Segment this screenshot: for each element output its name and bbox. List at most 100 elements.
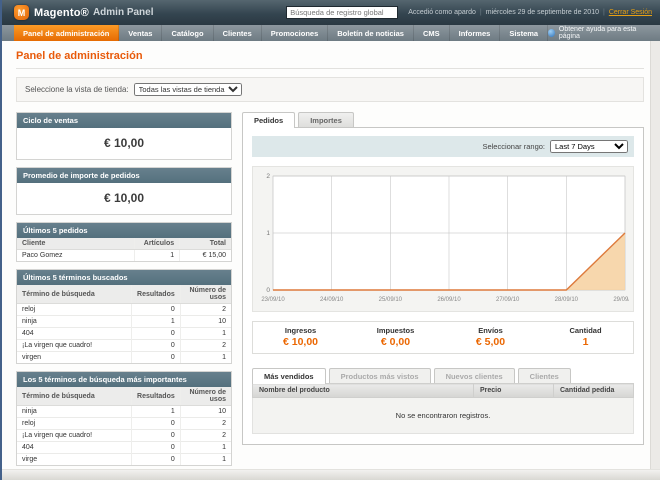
orders-chart-svg: 0 1 2 23/09/10 24/09/10 25/09/10 26/09/10 27/09… [261,173,629,303]
last-orders-table: Cliente Artículos Total Paco Gomez 1 € 15,… [17,238,231,261]
svg-text:27/09/10: 27/09/10 [496,297,520,303]
nav-item-system[interactable]: Sistema [500,25,549,41]
nav-item-newsletter[interactable]: Boletín de noticias [328,25,414,41]
range-label: Seleccionar rango: [482,142,545,151]
stat-shipping: Envíos € 5,00 [443,326,538,348]
tab-customers[interactable]: Clientes [517,368,571,383]
top-search-terms-table: Término de búsqueda Resultados Número de… [17,387,231,465]
window-edge-left [0,0,2,480]
separator: | [479,9,482,16]
svg-text:0: 0 [266,287,270,294]
stat-quantity: Cantidad 1 [538,326,633,348]
logged-in-as: Accedió como apardo [408,9,476,16]
stat-label: Ingresos [284,326,317,335]
lifetime-sales-value: € 10,00 [103,136,145,150]
stat-value: € 0,00 [380,336,411,348]
stat-label: Envíos [478,326,503,335]
grid-tabs: Más vendidos Productos más vistos Nuevos… [252,368,634,384]
last-orders-box: Últimos 5 pedidos Cliente Artículos Tota… [16,222,232,262]
main-nav: Panel de administración Ventas Catálogo … [0,25,660,41]
column-header: Artículos [134,238,180,250]
column-header: Total [179,238,231,250]
svg-text:26/09/10: 26/09/10 [437,297,461,303]
column-header: Nombre del producto [252,383,474,398]
column-header: Cliente [17,238,135,250]
tab-orders[interactable]: Pedidos [242,112,296,128]
average-orders-value: € 10,00 [103,191,145,205]
help-globe-icon [548,29,555,37]
nav-item-reports[interactable]: Informes [450,25,501,41]
table-row: ¡La virgen que cuadro! 0 2 [17,339,231,352]
content-area: Panel de administración Seleccione la vi… [0,41,660,473]
separator: | [602,9,605,16]
page-title: Panel de administración [16,50,143,62]
session-info: Accedió como apardo | miércoles 29 de se… [408,9,652,16]
dashboard-main: Pedidos Importes Seleccionar rango: Last… [242,112,644,473]
lifetime-sales-box: Ciclo de ventas € 10,00 [16,112,232,160]
table-row: virgen 0 1 [17,351,231,363]
orders-chart: 0 1 2 23/09/10 24/09/10 25/09/10 26/09/10 27/09… [252,166,634,312]
range-select[interactable]: Last 7 Days [550,140,628,153]
tab-new-customers[interactable]: Nuevos clientes [433,368,515,383]
bestsellers-grid: Nombre del producto Precio Cantidad pedi… [252,383,635,434]
table-row: ninja 1 10 [17,315,231,328]
stat-value: 1 [582,336,589,348]
table-row: 404 0 1 [17,327,231,340]
stat-label: Impuestos [376,326,415,335]
column-header: Número de usos [179,387,231,406]
column-header: Resultados [131,285,181,304]
nav-item-dashboard[interactable]: Panel de administración [14,25,120,41]
nav-item-catalog[interactable]: Catálogo [162,25,214,41]
stat-tax: Impuestos € 0,00 [348,326,443,348]
column-header: Precio [472,383,554,398]
brand-suffix: Admin Panel [92,7,154,18]
svg-text:29/09/10: 29/09/10 [613,297,629,303]
top-bar: M Magento® Admin Panel Accedió como apar… [0,0,660,25]
stat-value: € 5,00 [475,336,506,348]
average-orders-title: Promedio de importe de pedidos [17,168,231,183]
store-view-bar: Seleccione la vista de tienda: Todas las… [16,77,644,102]
last-search-terms-table: Término de búsqueda Resultados Número de… [17,285,231,363]
empty-message: No se encontraron registros. [252,397,634,434]
table-row: 404 0 1 [17,441,231,454]
window-gutter-right [650,41,660,469]
last-search-terms-box: Últimos 5 términos buscados Término de b… [16,269,232,364]
chart-tabs: Pedidos Importes [242,112,644,128]
window-footer-strip [0,469,660,480]
column-header: Número de usos [179,285,231,304]
table-row: reloj 0 2 [17,417,231,430]
lifetime-sales-title: Ciclo de ventas [17,113,231,128]
stat-revenue: Ingresos € 10,00 [253,326,348,348]
last-orders-title: Últimos 5 pedidos [17,223,231,238]
svg-text:24/09/10: 24/09/10 [320,297,344,303]
column-header: Resultados [131,387,181,406]
store-view-select[interactable]: Todas las vistas de tienda [133,83,242,96]
global-search-input[interactable] [286,6,399,19]
nav-item-promotions[interactable]: Promociones [262,25,329,41]
nav-item-cms[interactable]: CMS [414,25,450,41]
column-header: Término de búsqueda [17,285,132,304]
table-row: reloj 0 2 [17,303,231,316]
table-row: Paco Gomez 1 € 15,00 [17,249,231,261]
nav-item-sales[interactable]: Ventas [119,25,163,41]
tab-most-viewed[interactable]: Productos más vistos [328,368,431,383]
tab-amounts[interactable]: Importes [298,112,354,127]
store-view-label: Seleccione la vista de tienda: [25,85,129,94]
table-row: virge 0 1 [17,453,231,465]
table-row: ¡La virgen que cuadro! 0 2 [17,429,231,442]
column-header: Cantidad pedida [552,383,635,398]
nav-item-customers[interactable]: Clientes [214,25,262,41]
page-help-link[interactable]: Obtener ayuda para esta página [548,25,660,41]
totals-bar: Ingresos € 10,00 Impuestos € 0,00 Envíos… [252,321,634,354]
average-orders-box: Promedio de importe de pedidos € 10,00 [16,167,232,215]
column-header: Término de búsqueda [17,387,132,406]
left-column: Ciclo de ventas € 10,00 Promedio de impo… [16,112,232,473]
stat-label: Cantidad [569,326,602,335]
svg-text:1: 1 [266,230,270,237]
logout-link[interactable]: Cerrar Sesión [609,9,652,16]
tab-bestsellers[interactable]: Más vendidos [252,368,326,384]
dashboard-panel: Seleccionar rango: Last 7 Days 0 1 2 23/09/… [242,127,644,445]
svg-text:25/09/10: 25/09/10 [379,297,403,303]
top-search-terms-box: Los 5 términos de búsqueda más important… [16,371,232,466]
empty-row: No se encontraron registros. [252,397,634,434]
